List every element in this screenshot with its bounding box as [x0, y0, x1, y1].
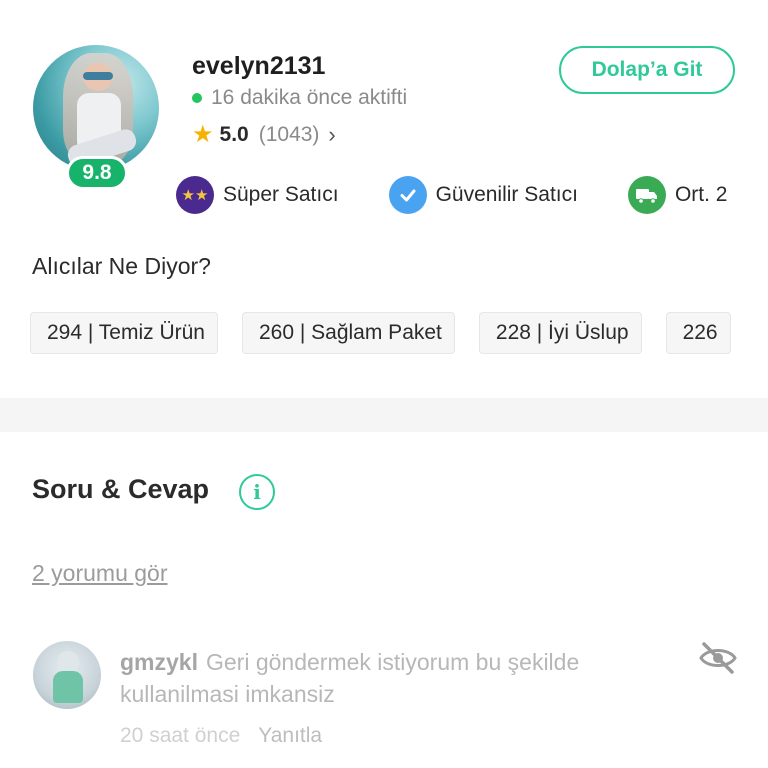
- info-icon[interactable]: i: [239, 474, 275, 510]
- seller-avatar[interactable]: [33, 45, 159, 171]
- seller-score-badge: 9.8: [66, 156, 128, 190]
- qa-title: Soru & Cevap: [32, 474, 210, 504]
- badge-trusted-seller[interactable]: Güvenilir Satıcı: [388, 176, 578, 214]
- badge-super-seller[interactable]: ★★ Süper Satıcı: [176, 176, 339, 214]
- verified-icon: [388, 176, 427, 214]
- badge-label: Süper Satıcı: [223, 183, 339, 206]
- reply-button[interactable]: Yanıtla: [258, 724, 322, 748]
- commenter-username[interactable]: gmzykl: [120, 649, 198, 675]
- feedback-chip[interactable]: 294 | Temiz Ürün: [30, 312, 218, 354]
- section-divider: [0, 398, 768, 432]
- online-dot-icon: [192, 93, 202, 103]
- see-comments-link[interactable]: 2 yorumu gör: [32, 560, 168, 587]
- seller-username[interactable]: evelyn2131: [192, 52, 325, 81]
- seller-status: 16 dakika önce aktifti: [192, 86, 407, 110]
- seller-badges: ★★ Süper Satıcı Güvenilir Satıcı Ort. 2: [176, 176, 768, 214]
- super-seller-icon: ★★: [176, 176, 214, 214]
- hidden-eye-icon[interactable]: [698, 640, 738, 676]
- feedback-chip[interactable]: 260 | Sağlam Paket: [241, 312, 455, 354]
- buyer-feedback-chips: 294 | Temiz Ürün 260 | Sağlam Paket 228 …: [30, 312, 755, 354]
- star-icon: ★: [192, 121, 214, 148]
- commenter-avatar[interactable]: [33, 641, 101, 709]
- rating-value: 5.0: [219, 123, 249, 146]
- seller-status-text: 16 dakika önce aktifti: [211, 86, 408, 109]
- seller-rating[interactable]: ★ 5.0 (1043) ›: [192, 122, 336, 148]
- comment-text: gmzykl Geri göndermek istiyorum bu şekild…: [120, 646, 680, 710]
- badge-label: Ort. 2: [674, 183, 728, 206]
- go-to-closet-button[interactable]: Dolap’a Git: [559, 46, 735, 94]
- badge-label: Güvenilir Satıcı: [435, 183, 578, 206]
- rating-count: (1043): [258, 123, 320, 146]
- shipping-truck-icon: [627, 176, 666, 214]
- badge-shipping[interactable]: Ort. 2: [627, 176, 728, 214]
- buyers-say-title: Alıcılar Ne Diyor?: [32, 253, 211, 279]
- comment-time: 20 saat önce: [120, 724, 241, 747]
- chevron-right-icon: ›: [328, 122, 336, 147]
- comment-meta: 20 saat önce Yanıtla: [120, 724, 322, 748]
- feedback-chip[interactable]: 228 | İyi Üslup: [478, 312, 642, 354]
- feedback-chip[interactable]: 226: [665, 312, 731, 354]
